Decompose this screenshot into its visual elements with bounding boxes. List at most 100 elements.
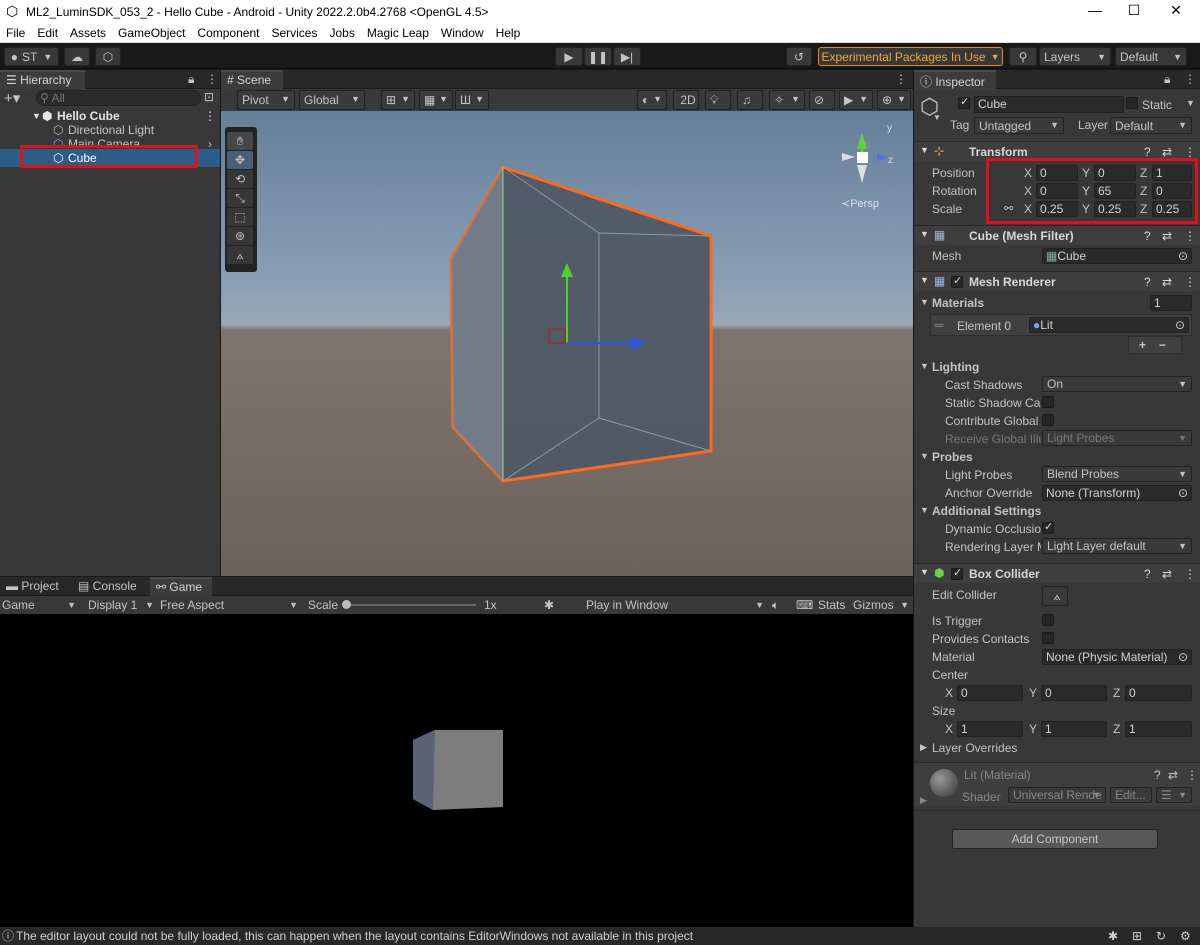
- is-trigger-checkbox[interactable]: [1042, 614, 1054, 626]
- hand-tool[interactable]: ✋︎: [227, 132, 253, 150]
- menu-magic-leap[interactable]: Magic Leap: [361, 24, 435, 43]
- remove-element-button[interactable]: −: [1159, 338, 1166, 352]
- shader-edit-button[interactable]: Edit...: [1110, 787, 1152, 803]
- debug-icon[interactable]: ✱: [1108, 927, 1118, 945]
- static-shadow-checkbox[interactable]: [1042, 396, 1054, 408]
- menu-file[interactable]: File: [0, 24, 31, 43]
- physic-material-field[interactable]: None (Physic Material) ⊙: [1042, 649, 1192, 665]
- pause-button[interactable]: ❚❚: [584, 47, 612, 66]
- game-view-dropdown[interactable]: Game ▼: [2, 596, 78, 614]
- 2d-toggle[interactable]: 2D: [673, 90, 699, 110]
- move-tool[interactable]: ✥: [227, 151, 253, 169]
- mesh-renderer-enabled-checkbox[interactable]: ✓: [951, 275, 963, 288]
- component-more-icon[interactable]: ⋮: [1184, 275, 1196, 289]
- chevron-down-icon[interactable]: ▼: [933, 113, 941, 122]
- menu-component[interactable]: Component: [191, 24, 265, 43]
- component-more-icon[interactable]: ⋮: [1184, 145, 1196, 159]
- more-icon[interactable]: ⋮: [895, 72, 907, 86]
- help-icon[interactable]: ?: [1144, 567, 1151, 581]
- object-name-input[interactable]: Cube: [974, 96, 1124, 113]
- game-viewport[interactable]: [0, 614, 913, 927]
- menu-gameobject[interactable]: GameObject: [112, 24, 191, 43]
- expand-arrow-icon[interactable]: ▼: [920, 145, 929, 155]
- expand-arrow-icon[interactable]: ▼: [920, 275, 929, 285]
- rendering-layer-dropdown[interactable]: Light Layer default ▼: [1042, 538, 1192, 554]
- size-y-field[interactable]: 1: [1041, 721, 1107, 737]
- camera-dropdown[interactable]: ▶ ▼: [839, 90, 873, 110]
- help-icon[interactable]: ?: [1144, 275, 1151, 289]
- search-button[interactable]: ⚲: [1009, 47, 1037, 66]
- edit-collider-button[interactable]: ⟑: [1042, 586, 1068, 606]
- menu-jobs[interactable]: Jobs: [323, 24, 360, 43]
- component-more-icon[interactable]: ⋮: [1184, 229, 1196, 243]
- size-z-field[interactable]: 1: [1125, 721, 1192, 737]
- help-icon[interactable]: ?: [1144, 145, 1151, 159]
- status-message[interactable]: The editor layout could not be fully loa…: [16, 927, 693, 945]
- step-button[interactable]: ▶|: [613, 47, 641, 66]
- preset-icon[interactable]: ⇄: [1162, 145, 1172, 159]
- increment-snap-dropdown[interactable]: Ш ▼: [455, 90, 489, 110]
- provides-contacts-checkbox[interactable]: [1042, 632, 1054, 644]
- mesh-filter-header[interactable]: ▼ ▦ Cube (Mesh Filter) ? ⇄ ⋮: [914, 225, 1200, 245]
- materials-count-field[interactable]: 1: [1150, 295, 1192, 311]
- object-picker-icon[interactable]: ⊙: [1178, 249, 1188, 263]
- expand-arrow-icon[interactable]: ▶: [920, 795, 927, 806]
- element0-field[interactable]: ●Lit ⊙: [1029, 317, 1189, 333]
- menu-edit[interactable]: Edit: [31, 24, 64, 43]
- add-element-button[interactable]: +: [1139, 338, 1146, 352]
- preset-icon[interactable]: ⇄: [1162, 275, 1172, 289]
- expand-arrow-icon[interactable]: ▶: [920, 742, 927, 753]
- light-probes-dropdown[interactable]: Blend Probes ▼: [1042, 466, 1192, 482]
- lock-icon[interactable]: 🔒︎: [1164, 72, 1170, 87]
- center-y-field[interactable]: 0: [1041, 685, 1107, 701]
- mesh-renderer-header[interactable]: ▼ ▦ ✓ Mesh Renderer ? ⇄ ⋮: [914, 271, 1200, 291]
- tag-dropdown[interactable]: Untagged ▼: [974, 117, 1064, 134]
- transform-tool[interactable]: ⊛: [227, 227, 253, 245]
- layer-dropdown[interactable]: Default ▼: [1110, 117, 1192, 134]
- cube-selection[interactable]: z y: [221, 111, 913, 576]
- play-button[interactable]: ▶: [555, 47, 583, 66]
- add-component-button[interactable]: Add Component: [952, 829, 1158, 849]
- account-dropdown[interactable]: ● ST ▼: [4, 47, 59, 66]
- preset-icon[interactable]: ⇄: [1168, 768, 1178, 782]
- mesh-field[interactable]: ▦Cube ⊙: [1042, 248, 1192, 264]
- gizmos-dropdown[interactable]: ⊕ ▼: [877, 90, 911, 110]
- shader-dropdown[interactable]: Universal Rende ▼: [1008, 787, 1106, 803]
- help-icon[interactable]: ?: [1144, 229, 1151, 243]
- component-more-icon[interactable]: ⋮: [1186, 768, 1198, 782]
- gizmos-dropdown[interactable]: Gizmos ▼: [853, 596, 911, 614]
- shader-options-dropdown[interactable]: ☰ ▼: [1156, 787, 1192, 803]
- center-x-field[interactable]: 0: [957, 685, 1023, 701]
- center-z-field[interactable]: 0: [1125, 685, 1192, 701]
- mute-audio-icon[interactable]: 🔈︎: [772, 598, 779, 613]
- static-dropdown-icon[interactable]: ▼: [1186, 98, 1195, 108]
- lock-icon[interactable]: 🔒︎: [188, 72, 194, 87]
- settings-icon[interactable]: ⚙: [1180, 927, 1191, 945]
- collab-button[interactable]: ⬡: [95, 47, 121, 66]
- expand-arrow-icon[interactable]: ▼: [920, 451, 929, 461]
- anchor-override-field[interactable]: None (Transform) ⊙: [1042, 485, 1192, 501]
- expand-arrow-icon[interactable]: ▼: [920, 361, 929, 371]
- cast-shadows-dropdown[interactable]: On ▼: [1042, 376, 1192, 392]
- tab-scene[interactable]: # Scene: [221, 70, 283, 90]
- audio-toggle[interactable]: ♫: [737, 90, 763, 110]
- pivot-dropdown[interactable]: Pivot ▼: [237, 90, 295, 110]
- tab-project[interactable]: ▬ Project: [6, 579, 59, 593]
- grid-snap-dropdown[interactable]: ⊞ ▼: [381, 90, 415, 110]
- box-collider-enabled-checkbox[interactable]: ✓: [951, 567, 963, 580]
- display-dropdown[interactable]: Display 1 ▼: [88, 596, 154, 614]
- help-icon[interactable]: ?: [1154, 768, 1161, 782]
- undo-history-button[interactable]: ↺: [786, 47, 812, 66]
- size-x-field[interactable]: 1: [957, 721, 1023, 737]
- effects-dropdown[interactable]: ✧ ▼: [769, 90, 805, 110]
- global-dropdown[interactable]: Global ▼: [299, 90, 365, 110]
- static-checkbox[interactable]: [1126, 97, 1138, 109]
- grid-visibility-dropdown[interactable]: ▦ ▼: [419, 90, 453, 110]
- menu-window[interactable]: Window: [435, 24, 490, 43]
- scene-filter-icon[interactable]: ⊡: [204, 90, 214, 104]
- tab-game[interactable]: ⚯ Game: [150, 577, 212, 597]
- object-picker-icon[interactable]: ⊙: [1175, 318, 1185, 332]
- component-more-icon[interactable]: ⋮: [1184, 567, 1196, 581]
- tab-inspector[interactable]: ⓘ Inspector: [914, 70, 996, 90]
- box-collider-header[interactable]: ▼ ⬢ ✓ Box Collider ? ⇄ ⋮: [914, 563, 1200, 583]
